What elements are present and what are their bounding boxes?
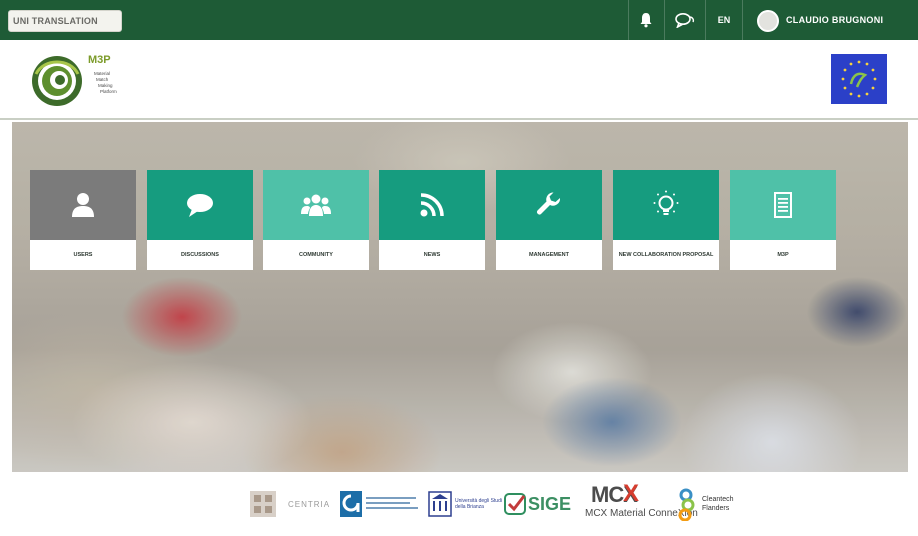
tile-users-label: USERS <box>30 240 136 270</box>
mcx-x-accent: X <box>623 480 640 507</box>
partner-logo-sige[interactable]: SIGE <box>504 484 571 524</box>
tile-discussions-header <box>147 170 253 240</box>
centria-logo-icon <box>250 491 276 517</box>
tile-news[interactable]: NEWS <box>379 170 485 270</box>
separator <box>742 0 743 40</box>
logo-brand: M3P <box>88 54 111 66</box>
tile-users-header <box>30 170 136 240</box>
mcx-logo: MCX X MCX Material ConneXion <box>585 480 698 522</box>
tile-community-header <box>263 170 369 240</box>
checkmark-logo-icon <box>504 493 526 515</box>
bell-icon <box>640 13 652 28</box>
tile-discussions-label: DISCUSSIONS <box>147 240 253 270</box>
partners-footer: CENTRIA Università degli Studi della Bri… <box>0 472 918 536</box>
separator <box>705 0 706 40</box>
logo-line: Platform <box>100 89 117 94</box>
top-bar: UNI TRANSLATION EN CLAUDIO BRUGNONI <box>0 0 918 40</box>
tile-management[interactable]: MANAGEMENT <box>496 170 602 270</box>
tile-news-header <box>379 170 485 240</box>
eu-life-flag-icon <box>831 54 887 104</box>
user-name[interactable]: CLAUDIO BRUGNONI <box>786 0 883 40</box>
chat-icon <box>675 13 695 28</box>
translation-button[interactable]: UNI TRANSLATION <box>8 10 122 32</box>
tile-m3p-label: M3P <box>730 240 836 270</box>
partner-name: Cleantech Flanders <box>702 496 734 512</box>
university-seal-icon <box>428 491 452 517</box>
tile-discussions[interactable]: DISCUSSIONS <box>147 170 253 270</box>
site-header: M3P Material Match Making Platform <box>0 40 918 120</box>
tile-community-label: COMMUNITY <box>263 240 369 270</box>
university-text-lines <box>366 495 422 513</box>
logo-tagline: Material Match Making Platform <box>94 71 117 95</box>
partner-logo-cleantech[interactable]: Cleantech Flanders <box>676 484 746 524</box>
partner-logo-universita[interactable]: Università degli Studi della Brianza <box>428 484 503 524</box>
m3p-logo-icon[interactable] <box>30 54 84 108</box>
notifications-button[interactable] <box>629 0 663 40</box>
tile-community[interactable]: COMMUNITY <box>263 170 369 270</box>
partner-name: Università degli Studi della Brianza <box>455 498 502 510</box>
messages-button[interactable] <box>665 0 705 40</box>
tile-management-header <box>496 170 602 240</box>
partner-logo-mcx[interactable]: MCX X MCX Material ConneXion <box>585 480 698 522</box>
cleantech-logo-icon <box>678 488 695 521</box>
user-icon <box>72 193 94 217</box>
partner-logo-centria[interactable]: CENTRIA <box>250 484 330 524</box>
tile-new-collaboration-proposal[interactable]: NEW COLLABORATION PROPOSAL <box>613 170 719 270</box>
group-icon <box>301 194 331 216</box>
tile-users[interactable]: USERS <box>30 170 136 270</box>
university-a-logo-icon <box>340 491 362 517</box>
lightbulb-icon <box>653 190 679 215</box>
rss-icon <box>420 193 444 217</box>
partner-name: CENTRIA <box>288 499 331 509</box>
tile-new-collaboration-proposal-label: NEW COLLABORATION PROPOSAL <box>613 240 719 270</box>
speech-bubble-icon <box>187 194 213 217</box>
tile-new-collaboration-proposal-header <box>613 170 719 240</box>
tile-news-label: NEWS <box>379 240 485 270</box>
avatar[interactable] <box>757 10 779 32</box>
wrench-icon <box>537 192 561 215</box>
partner-logo-university[interactable] <box>340 484 422 524</box>
tile-m3p-header <box>730 170 836 240</box>
tile-m3p[interactable]: M3P <box>730 170 836 270</box>
document-icon <box>774 192 792 218</box>
language-selector[interactable]: EN <box>709 0 739 40</box>
tile-management-label: MANAGEMENT <box>496 240 602 270</box>
partner-name: SIGE <box>528 493 572 514</box>
